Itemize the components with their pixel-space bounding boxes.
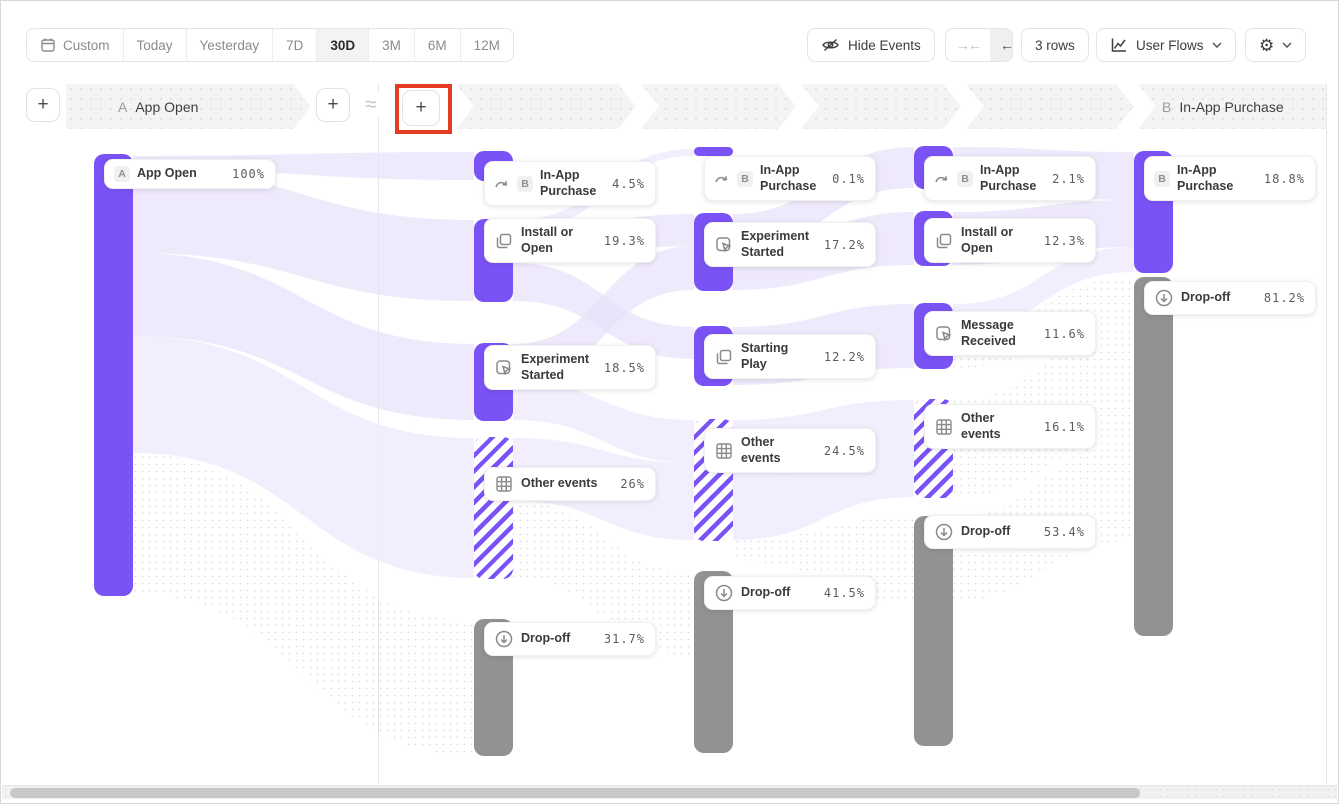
- step-badge-b: B: [957, 171, 973, 187]
- flow-node-label: Install or Open: [961, 225, 1037, 256]
- flow-node-card-drop-off[interactable]: Drop-off 81.2%: [1144, 281, 1316, 315]
- flow-node-label: Message Received: [961, 318, 1037, 349]
- copy-icon: [934, 231, 954, 251]
- flow-node-label: Other events: [521, 476, 613, 492]
- flow-node-label: Experiment Started: [741, 229, 817, 260]
- flow-node-label: In-App Purchase: [1177, 163, 1257, 194]
- dropoff-icon: [714, 583, 734, 603]
- flow-node-card-in-app-purchase[interactable]: B In-App Purchase 18.8%: [1144, 156, 1316, 201]
- flow-node-value: 81.2%: [1264, 291, 1305, 305]
- flow-node-label: Drop-off: [521, 631, 597, 647]
- flow-node-card-install-or-open[interactable]: Install or Open 19.3%: [484, 218, 656, 263]
- flow-node-card-in-app-purchase[interactable]: B In-App Purchase 4.5%: [484, 161, 656, 206]
- flow-node-value: 2.1%: [1052, 172, 1085, 186]
- step-badge-b: B: [517, 176, 533, 192]
- flow-node-card-in-app-purchase[interactable]: B In-App Purchase 2.1%: [924, 156, 1096, 201]
- step-badge-b: B: [737, 171, 753, 187]
- flow-node-card-experiment-started[interactable]: Experiment Started 17.2%: [704, 222, 876, 267]
- click-icon: [494, 358, 514, 378]
- flow-node-value: 100%: [232, 167, 265, 181]
- flow-node-card-message-received[interactable]: Message Received 11.6%: [924, 311, 1096, 356]
- dropoff-icon: [494, 629, 514, 649]
- flow-node-value: 24.5%: [824, 444, 865, 458]
- flow-node-value: 26%: [620, 477, 645, 491]
- flow-node-label: Experiment Started: [521, 352, 597, 383]
- flow-node-label: Drop-off: [741, 585, 817, 601]
- flow-node-label: In-App Purchase: [980, 163, 1045, 194]
- flow-node-label: Drop-off: [1181, 290, 1257, 306]
- horizontal-scrollbar-track: [2, 785, 1337, 799]
- dropoff-icon: [1154, 288, 1174, 308]
- flow-node-card-experiment-started[interactable]: Experiment Started 18.5%: [484, 345, 656, 390]
- skip-arrow-icon: [934, 172, 950, 186]
- flow-node-card-other-events[interactable]: Other events 26%: [484, 467, 656, 501]
- flow-node-label: Starting Play: [741, 341, 817, 372]
- flow-node-value: 11.6%: [1044, 327, 1085, 341]
- horizontal-scrollbar-thumb[interactable]: [10, 788, 1140, 798]
- dropoff-icon: [934, 522, 954, 542]
- step-badge-b: B: [1154, 171, 1170, 187]
- flow-node-card-drop-off[interactable]: Drop-off 31.7%: [484, 622, 656, 656]
- flow-node-value: 18.5%: [604, 361, 645, 375]
- click-icon: [714, 235, 734, 255]
- flow-node-card-other-events[interactable]: Other events 24.5%: [704, 428, 876, 473]
- skip-arrow-icon: [714, 172, 730, 186]
- flow-node-value: 19.3%: [604, 234, 645, 248]
- grid-icon: [494, 474, 514, 494]
- flow-node-value: 16.1%: [1044, 420, 1085, 434]
- copy-icon: [714, 347, 734, 367]
- flow-node-value: 18.8%: [1264, 172, 1305, 186]
- flow-node-label: Other events: [741, 435, 817, 466]
- flow-node-value: 12.2%: [824, 350, 865, 364]
- flow-node-value: 31.7%: [604, 632, 645, 646]
- flow-node-card-drop-off[interactable]: Drop-off 41.5%: [704, 576, 876, 610]
- flow-node-bar-drop-off[interactable]: [914, 516, 953, 746]
- click-icon: [934, 324, 954, 344]
- flow-node-card-install-or-open[interactable]: Install or Open 12.3%: [924, 218, 1096, 263]
- grid-icon: [934, 417, 954, 437]
- user-flows-app: CustomTodayYesterday7D30D3M6M12M Hide Ev…: [0, 0, 1339, 804]
- flow-node-card-other-events[interactable]: Other events 16.1%: [924, 404, 1096, 449]
- approx-symbol: ≈: [363, 93, 379, 117]
- flow-node-label: Drop-off: [961, 524, 1037, 540]
- copy-icon: [494, 231, 514, 251]
- skip-arrow-icon: [494, 177, 510, 191]
- flow-node-label: Install or Open: [521, 225, 597, 256]
- flow-node-bar-other-events[interactable]: [474, 437, 513, 579]
- flow-node-label: App Open: [137, 166, 225, 182]
- flow-node-value: 53.4%: [1044, 525, 1085, 539]
- flow-node-label: In-App Purchase: [760, 163, 825, 194]
- grid-icon: [714, 441, 734, 461]
- flow-node-bar-drop-off[interactable]: [1134, 277, 1173, 636]
- flow-node-card-drop-off[interactable]: Drop-off 53.4%: [924, 515, 1096, 549]
- flow-node-value: 41.5%: [824, 586, 865, 600]
- flow-node-card-starting-play[interactable]: Starting Play 12.2%: [704, 334, 876, 379]
- flow-node-label: Other events: [961, 411, 1037, 442]
- step-badge-a: A: [114, 166, 130, 182]
- flow-node-value: 12.3%: [1044, 234, 1085, 248]
- flow-node-label: In-App Purchase: [540, 168, 605, 199]
- flow-node-bar-in-app-purchase[interactable]: [694, 147, 733, 156]
- flow-node-value: 4.5%: [612, 177, 645, 191]
- flow-node-value: 0.1%: [832, 172, 865, 186]
- flow-node-card-in-app-purchase[interactable]: B In-App Purchase 0.1%: [704, 156, 876, 201]
- flow-node-value: 17.2%: [824, 238, 865, 252]
- flow-node-bar-app-open[interactable]: [94, 154, 133, 596]
- flow-node-card-app-open[interactable]: A App Open 100%: [104, 159, 276, 189]
